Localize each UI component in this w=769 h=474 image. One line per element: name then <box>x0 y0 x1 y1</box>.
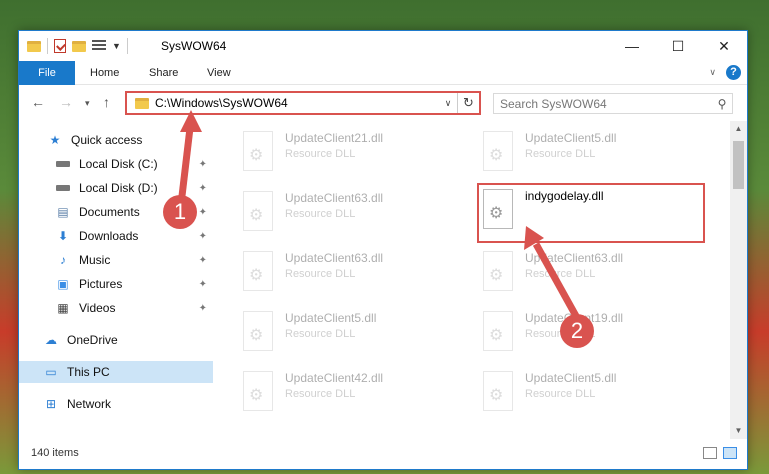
arrow-1-line <box>178 127 194 197</box>
arrow-2-line <box>532 242 580 318</box>
arrow-1-head <box>180 110 202 132</box>
annotation-arrows <box>178 110 580 318</box>
step-1-marker: 1 <box>163 195 197 229</box>
step-2-marker: 2 <box>560 314 594 348</box>
